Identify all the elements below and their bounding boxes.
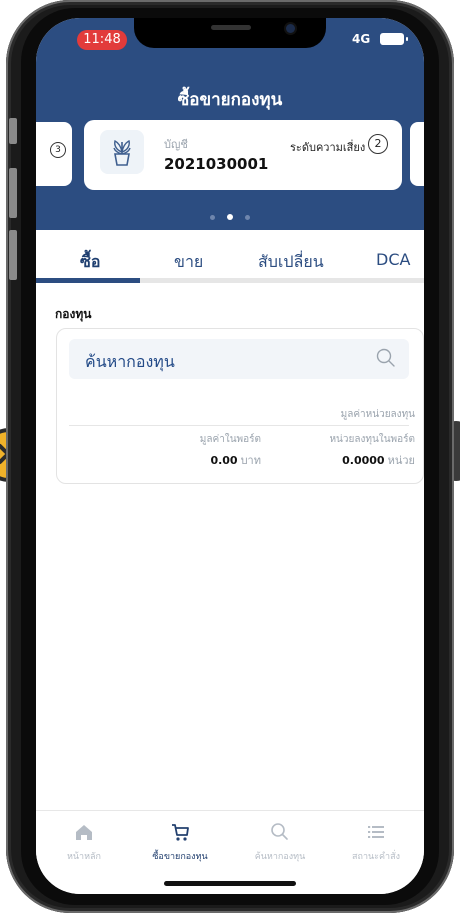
- app-header: 11:48 4G ซื้อขายกองทุน 3 บัญชี 202103000…: [36, 18, 424, 230]
- fund-card-divider: [69, 425, 409, 426]
- nav-home-label: หน้าหลัก: [66, 852, 102, 862]
- pager-dot-active[interactable]: [227, 214, 233, 220]
- network-indicator: 4G: [352, 32, 371, 46]
- trade-tabs: ซื้อ ขาย สับเปลี่ยน DCA: [36, 230, 424, 284]
- portfolio-units-label: หน่วยลงทุนในพอร์ต: [329, 434, 415, 445]
- plant-icon: [420, 136, 424, 176]
- portfolio-value: 0.00 บาท: [175, 451, 261, 469]
- nav-status-label: สถานะคำสั่ง: [352, 852, 400, 862]
- app-screen: 11:48 4G ซื้อขายกองทุน 3 บัญชี 202103000…: [36, 18, 424, 894]
- tab-buy[interactable]: ซื้อ: [80, 250, 100, 275]
- fund-card: ค้นหากองทุน มูลค่าหน่วยลงทุน มูลค่าในพอร…: [56, 328, 424, 484]
- cart-icon: [172, 824, 189, 841]
- search-icon[interactable]: [375, 347, 397, 369]
- nav-home[interactable]: หน้าหลัก: [36, 821, 132, 863]
- portfolio-value-amount: 0.00: [210, 454, 238, 467]
- front-camera: [286, 24, 295, 33]
- phone-volume-up: [9, 168, 17, 218]
- tab-sell[interactable]: ขาย: [174, 250, 203, 275]
- pager-dot[interactable]: [210, 215, 215, 220]
- device-notch: [134, 18, 326, 48]
- nav-order-status[interactable]: สถานะคำสั่ง: [328, 821, 424, 863]
- previous-account-card[interactable]: 3: [36, 122, 72, 186]
- portfolio-units-unit: หน่วย: [387, 454, 415, 467]
- risk-level-badge: 2: [368, 134, 388, 154]
- search-placeholder: ค้นหากองทุน: [85, 352, 175, 371]
- account-label: บัญชี: [164, 138, 188, 151]
- portfolio-value-unit: บาท: [240, 454, 261, 467]
- fund-search-input[interactable]: ค้นหากองทุน: [69, 339, 409, 379]
- phone-volume-down: [9, 230, 17, 280]
- tab-switch[interactable]: สับเปลี่ยน: [258, 250, 324, 275]
- home-icon: [76, 825, 92, 840]
- battery-icon: [380, 33, 408, 45]
- unit-value-label: มูลค่าหน่วยลงทุน: [340, 409, 415, 420]
- speaker-grille: [211, 25, 251, 30]
- portfolio-units-amount: 0.0000: [342, 454, 385, 467]
- portfolio-units: 0.0000 หน่วย: [342, 451, 415, 469]
- nav-search-fund[interactable]: ค้นหากองทุน: [232, 821, 328, 863]
- risk-level-label: ระดับความเสี่ยง: [290, 141, 366, 154]
- page-title: ซื้อขายกองทุน: [177, 90, 283, 110]
- nav-search-label: ค้นหากองทุน: [254, 852, 306, 862]
- list-icon: [368, 826, 384, 838]
- account-card[interactable]: บัญชี 2021030001 ระดับความเสี่ยง 2: [84, 120, 402, 190]
- home-indicator: [164, 881, 296, 886]
- risk-level-badge: 3: [50, 142, 66, 158]
- fund-section-label: กองทุน: [55, 307, 92, 321]
- tab-dca[interactable]: DCA: [376, 250, 410, 269]
- pager-dot[interactable]: [245, 215, 250, 220]
- active-tab-indicator: [36, 278, 140, 283]
- status-time: 11:48: [77, 30, 127, 50]
- nav-trade[interactable]: ซื้อขายกองทุน: [132, 821, 228, 863]
- search-icon: [271, 823, 288, 840]
- plant-icon: [100, 130, 144, 174]
- portfolio-value-label: มูลค่าในพอร์ต: [199, 434, 261, 445]
- phone-mute-switch: [9, 118, 17, 144]
- card-pager: [36, 205, 424, 224]
- next-account-card[interactable]: [410, 122, 424, 186]
- account-number: 2021030001: [164, 155, 269, 173]
- nav-trade-label: ซื้อขายกองทุน: [152, 852, 208, 862]
